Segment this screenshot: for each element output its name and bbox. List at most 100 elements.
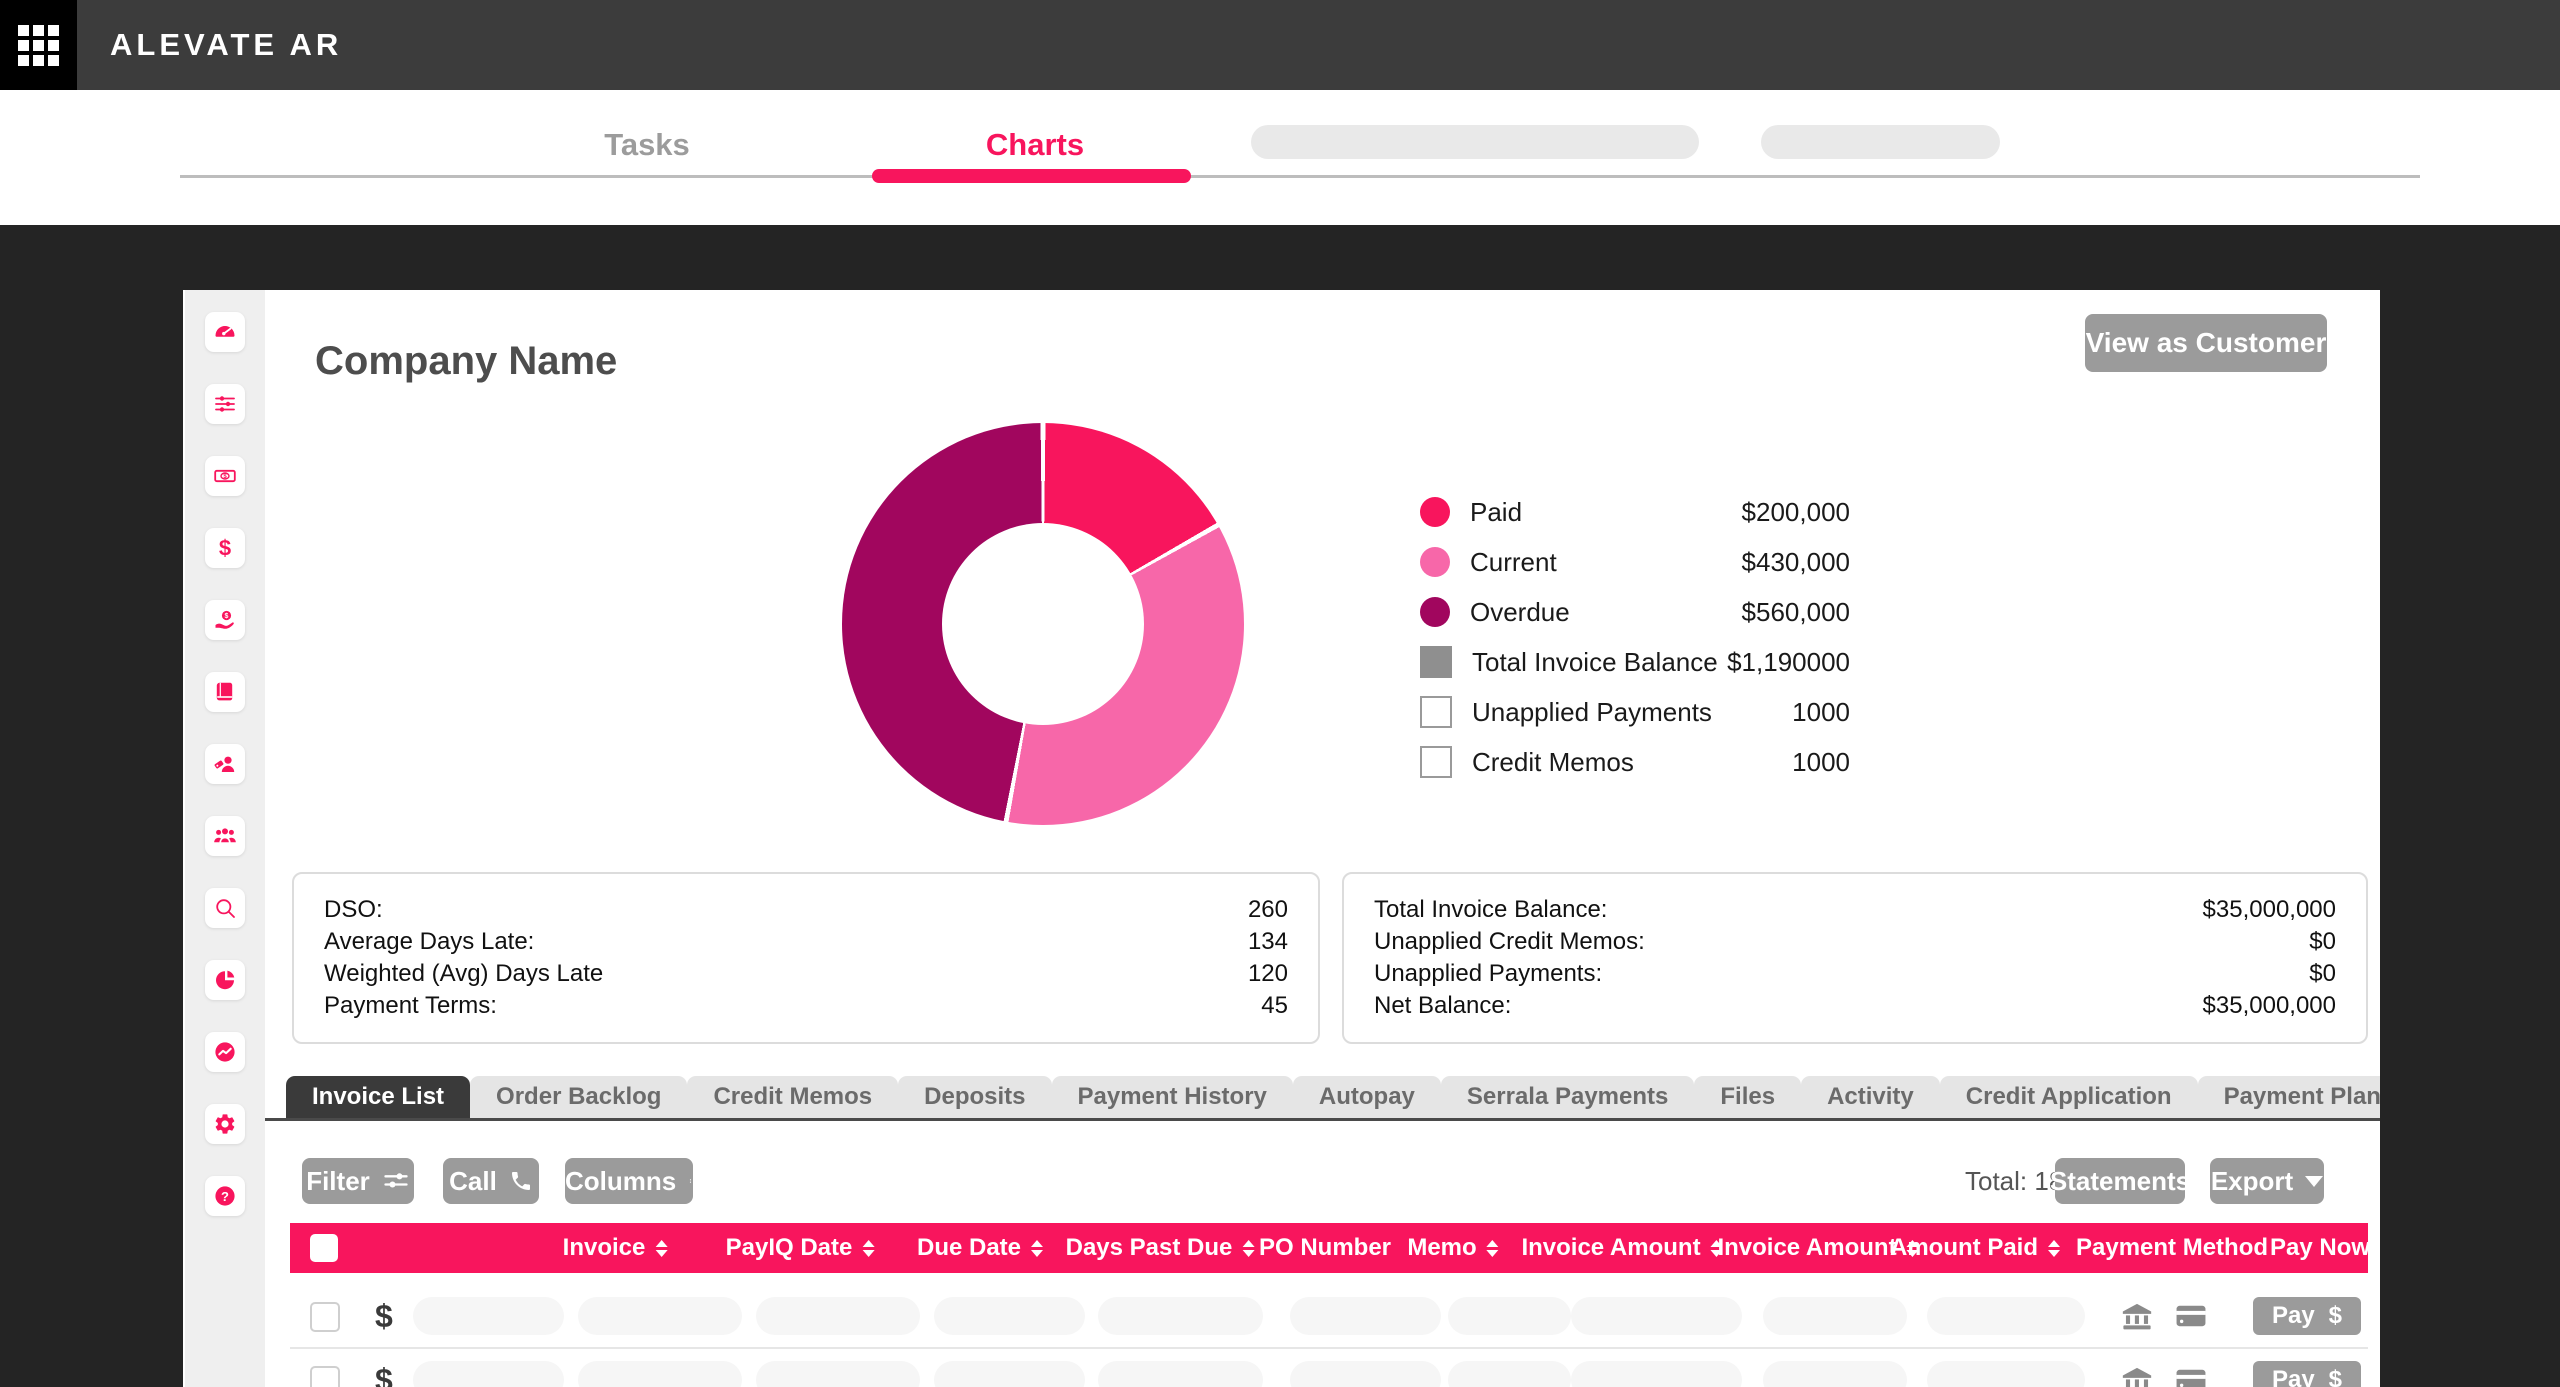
row-checkbox[interactable]: [310, 1302, 340, 1332]
pay-now-button[interactable]: Pay$: [2253, 1297, 2361, 1335]
currency-symbol: $: [375, 1298, 393, 1335]
tool-sidebar: $$$?: [185, 290, 265, 1387]
sliders-icon: [213, 392, 237, 416]
column-header-amount-paid[interactable]: Amount Paid: [1890, 1223, 2060, 1273]
filter-button-label: Filter: [306, 1166, 370, 1197]
app-launcher-button[interactable]: [0, 0, 77, 90]
legend-swatch: [1420, 597, 1450, 627]
tab-payment-history[interactable]: Payment History: [1052, 1076, 1293, 1118]
sidebar-item-pie-chart[interactable]: [205, 960, 245, 1000]
stat-row-average-days-late: Average Days Late: 134: [324, 928, 1288, 956]
cell-placeholder: [934, 1361, 1085, 1387]
legend-label: Paid: [1470, 497, 1522, 528]
column-header-invoice-amount[interactable]: Invoice Amount: [1521, 1223, 1722, 1273]
sidebar-item-dollar[interactable]: $: [205, 528, 245, 568]
tab-files[interactable]: Files: [1694, 1076, 1801, 1118]
legend-label: Total Invoice Balance: [1472, 647, 1718, 678]
cell-placeholder: [756, 1297, 920, 1335]
column-header-days-past-due[interactable]: Days Past Due: [1066, 1223, 1255, 1273]
tab-charts[interactable]: Charts: [986, 127, 1084, 163]
credit-card-icon[interactable]: [2174, 1299, 2208, 1333]
legend-swatch[interactable]: [1420, 696, 1452, 728]
sidebar-item-search[interactable]: [205, 888, 245, 928]
tab-invoice-list[interactable]: Invoice List: [286, 1076, 470, 1118]
legend-swatch: [1420, 646, 1452, 678]
tab-deposits[interactable]: Deposits: [898, 1076, 1051, 1118]
caret-down-icon: [2305, 1176, 2323, 1187]
column-label: Memo: [1407, 1234, 1476, 1262]
invoice-table-row: $Pay$: [290, 1349, 2368, 1387]
stat-value: $35,000,000: [2203, 992, 2336, 1020]
column-header-invoice-amount[interactable]: Invoice Amount: [1717, 1223, 1918, 1273]
column-label: PO Number: [1259, 1234, 1391, 1262]
sidebar-item-cash[interactable]: $: [205, 456, 245, 496]
cell-placeholder: [1763, 1297, 1907, 1335]
sidebar-item-users-group[interactable]: [205, 816, 245, 856]
detail-tab-bar: Invoice ListOrder BacklogCredit MemosDep…: [286, 1076, 2362, 1118]
pay-now-label: Pay: [2272, 1302, 2315, 1330]
legend-row-current: Current $430,000: [1420, 537, 1850, 587]
statements-button[interactable]: Statements: [2055, 1158, 2185, 1204]
legend-value: 1000: [1792, 747, 1850, 778]
legend-value: $560,000: [1742, 597, 1850, 628]
tab-credit-application[interactable]: Credit Application: [1940, 1076, 2198, 1118]
column-header-invoice[interactable]: Invoice: [563, 1223, 668, 1273]
call-button[interactable]: Call: [443, 1158, 539, 1204]
cell-placeholder: [1763, 1361, 1907, 1387]
stat-label: Average Days Late:: [324, 928, 534, 956]
search-icon: [213, 896, 237, 920]
sidebar-item-sliders[interactable]: [205, 384, 245, 424]
stat-row-weighted-avg-days-late: Weighted (Avg) Days Late120: [324, 960, 1288, 988]
columns-button-label: Columns: [565, 1166, 676, 1197]
bank-icon[interactable]: [2120, 1363, 2154, 1387]
sidebar-item-settings-gear[interactable]: [205, 1104, 245, 1144]
stat-value: 260: [1248, 896, 1288, 924]
row-checkbox[interactable]: [310, 1366, 340, 1387]
column-header-due-date[interactable]: Due Date: [917, 1223, 1043, 1273]
legend-swatch: [1420, 547, 1450, 577]
legend-row-total-invoice-balance: Total Invoice Balance$1,190000: [1420, 637, 1850, 687]
legend-value: $430,000: [1742, 547, 1850, 578]
tab-tasks[interactable]: Tasks: [604, 127, 690, 163]
tab-autopay[interactable]: Autopay: [1293, 1076, 1441, 1118]
sidebar-item-dashboard-gauge[interactable]: [205, 312, 245, 352]
column-header-pay-now: Pay Now: [2270, 1223, 2370, 1273]
column-header-memo[interactable]: Memo: [1407, 1223, 1498, 1273]
view-as-customer-button[interactable]: View as Customer: [2085, 314, 2327, 372]
stat-value: $0: [2309, 960, 2336, 988]
tab-activity[interactable]: Activity: [1801, 1076, 1940, 1118]
export-button[interactable]: Export: [2210, 1158, 2324, 1204]
column-label: Due Date: [917, 1234, 1021, 1262]
cell-placeholder: [1098, 1361, 1263, 1387]
sidebar-item-hand-coin[interactable]: $: [205, 600, 245, 640]
tab-order-backlog[interactable]: Order Backlog: [470, 1076, 687, 1118]
svg-text:$: $: [225, 613, 229, 620]
sidebar-item-ledger-book[interactable]: [205, 672, 245, 712]
tab-payment-plan[interactable]: Payment Plan: [2198, 1076, 2380, 1118]
column-header-payiq-date[interactable]: PayIQ Date: [726, 1223, 875, 1273]
legend-label: Current: [1470, 547, 1557, 578]
bank-icon[interactable]: [2120, 1299, 2154, 1333]
settings-gear-icon: [213, 1112, 237, 1136]
credit-card-icon[interactable]: [2174, 1363, 2208, 1387]
balance-stats-box: Total Invoice Balance:$35,000,000Unappli…: [1342, 872, 2368, 1044]
cell-placeholder: [1098, 1297, 1263, 1335]
column-label: Invoice Amount: [1521, 1234, 1700, 1262]
column-label: Payment Method: [2076, 1234, 2268, 1262]
tab-credit-memos[interactable]: Credit Memos: [687, 1076, 898, 1118]
select-all-checkbox[interactable]: [310, 1234, 338, 1262]
cash-icon: $: [213, 464, 237, 488]
users-group-icon: [213, 824, 237, 848]
filter-button[interactable]: Filter: [302, 1158, 414, 1204]
sidebar-item-trend-circle[interactable]: [205, 1032, 245, 1072]
sort-icon: [2048, 1240, 2060, 1257]
columns-button[interactable]: Columns: [565, 1158, 693, 1204]
sidebar-item-customer-tag[interactable]: [205, 744, 245, 784]
pay-now-button[interactable]: Pay$: [2253, 1361, 2361, 1387]
app-title: ALEVATE AR: [110, 0, 342, 90]
legend-swatch[interactable]: [1420, 746, 1452, 778]
column-label: Amount Paid: [1890, 1234, 2038, 1262]
stat-value: 134: [1248, 928, 1288, 956]
nav-baseline: [180, 175, 2420, 178]
tab-serrala-payments[interactable]: Serrala Payments: [1441, 1076, 1694, 1118]
